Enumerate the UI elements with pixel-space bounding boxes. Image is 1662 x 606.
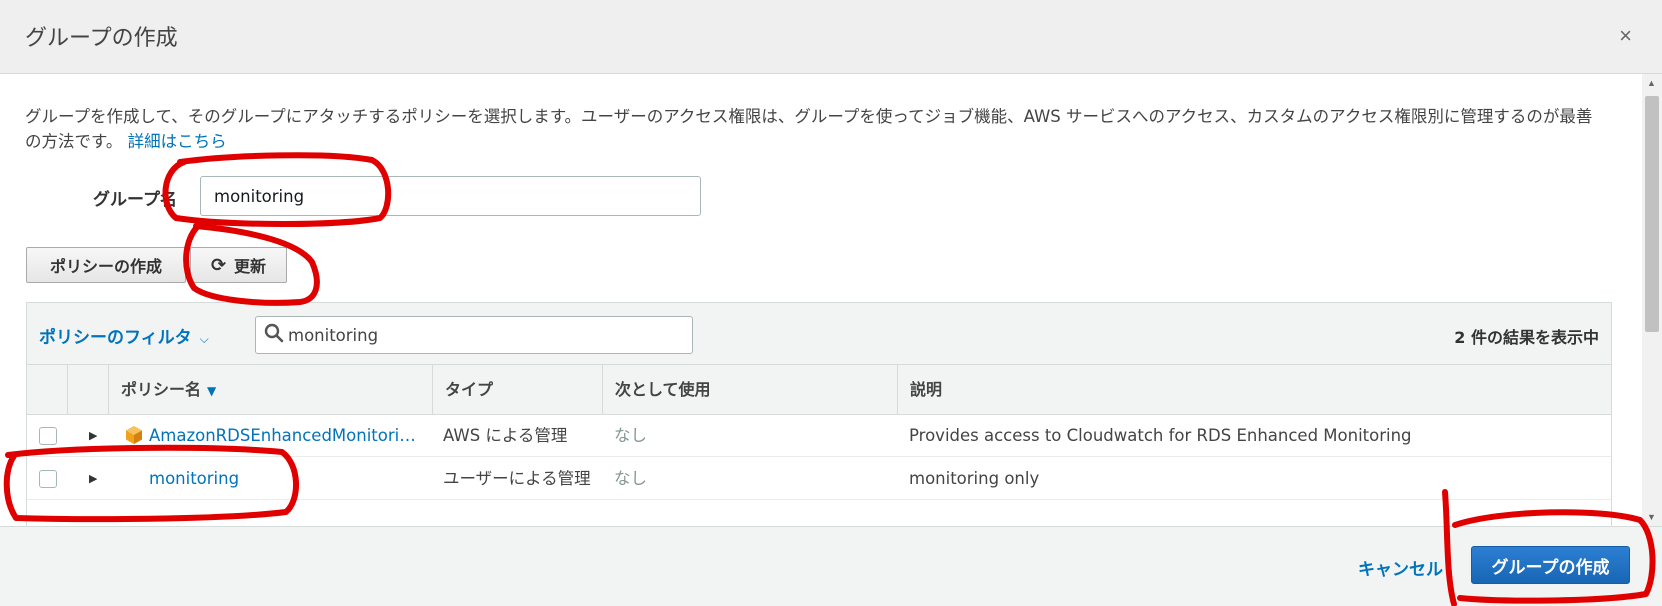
column-header-policy-name[interactable]: ポリシー名 ▼ <box>108 365 432 415</box>
vertical-scrollbar[interactable]: ▲ ▼ <box>1642 74 1662 526</box>
policy-used-as: なし <box>614 426 647 445</box>
header-select-col <box>27 365 67 415</box>
description: グループを作成して、そのグループにアタッチするポリシーを選択します。ユーザーのア… <box>25 104 1605 154</box>
filter-bar: ポリシーのフィルタ ⌵ 2 件の結果を表示中 <box>27 303 1611 365</box>
policy-filter-dropdown[interactable]: ポリシーのフィルタ ⌵ <box>39 323 209 348</box>
policy-search-box <box>255 316 693 354</box>
scroll-up-icon[interactable]: ▲ <box>1647 78 1656 88</box>
chevron-down-icon: ⌵ <box>199 332 209 346</box>
refresh-button[interactable]: ⟳ 更新 <box>190 247 287 283</box>
table-row[interactable]: ▶ AmazonRDSEnhancedMonitoring… AWS による管理… <box>27 415 1611 457</box>
table-header: ポリシー名 ▼ タイプ 次として使用 説明 <box>27 365 1611 415</box>
table-row[interactable]: ▶ monitoring ユーザーによる管理 なし monitoring onl… <box>27 458 1611 500</box>
refresh-icon: ⟳ <box>210 254 227 276</box>
modal-title: グループの作成 <box>25 26 178 51</box>
column-header-used-as[interactable]: 次として使用 <box>602 365 897 415</box>
group-name-input[interactable] <box>200 176 701 216</box>
policy-type: AWS による管理 <box>443 426 568 445</box>
group-name-label: グループ名 <box>93 190 177 210</box>
header-expand-col <box>67 365 108 415</box>
description-text: グループを作成して、そのグループにアタッチするポリシーを選択します。ユーザーのア… <box>25 107 1593 151</box>
column-header-label: タイプ <box>445 380 494 399</box>
column-header-type[interactable]: タイプ <box>432 365 602 415</box>
create-policy-button[interactable]: ポリシーの作成 <box>26 247 186 283</box>
scrollbar-thumb[interactable] <box>1645 96 1659 332</box>
learn-more-link[interactable]: 詳細はこちら <box>128 132 227 151</box>
cancel-button[interactable]: キャンセル <box>1358 555 1443 580</box>
policy-name-link[interactable]: AmazonRDSEnhancedMonitoring… <box>149 415 424 457</box>
aws-managed-icon <box>126 426 142 444</box>
create-group-button[interactable]: グループの作成 <box>1471 546 1630 584</box>
policy-table: ポリシーのフィルタ ⌵ 2 件の結果を表示中 ポリシー名 ▼ タイプ 次として使用 <box>26 302 1612 526</box>
column-header-label: 次として使用 <box>615 380 711 399</box>
sort-desc-icon: ▼ <box>207 384 217 398</box>
policy-description: Provides access to Cloudwatch for RDS En… <box>909 426 1412 445</box>
expand-row-icon[interactable]: ▶ <box>89 458 97 500</box>
modal-header: グループの作成 × <box>0 0 1662 74</box>
policy-description: monitoring only <box>909 469 1040 488</box>
row-checkbox[interactable] <box>39 470 57 488</box>
row-checkbox[interactable] <box>39 427 57 445</box>
modal-footer: キャンセル グループの作成 <box>0 526 1662 606</box>
policy-type: ユーザーによる管理 <box>443 469 591 488</box>
policy-used-as: なし <box>614 469 647 488</box>
column-header-label: ポリシー名 <box>121 380 202 399</box>
scroll-down-icon[interactable]: ▼ <box>1647 512 1656 522</box>
result-count: 2 件の結果を表示中 <box>1454 328 1599 347</box>
column-header-label: 説明 <box>910 380 943 399</box>
policy-filter-label: ポリシーのフィルタ <box>39 328 192 348</box>
policy-search-input[interactable] <box>288 317 688 353</box>
refresh-label: 更新 <box>234 257 267 276</box>
column-header-description[interactable]: 説明 <box>897 365 1613 415</box>
policy-name-link[interactable]: monitoring <box>149 458 424 500</box>
expand-row-icon[interactable]: ▶ <box>89 415 97 457</box>
search-icon <box>264 323 284 343</box>
close-icon[interactable]: × <box>1619 25 1632 47</box>
modal-body: グループを作成して、そのグループにアタッチするポリシーを選択します。ユーザーのア… <box>0 74 1662 526</box>
